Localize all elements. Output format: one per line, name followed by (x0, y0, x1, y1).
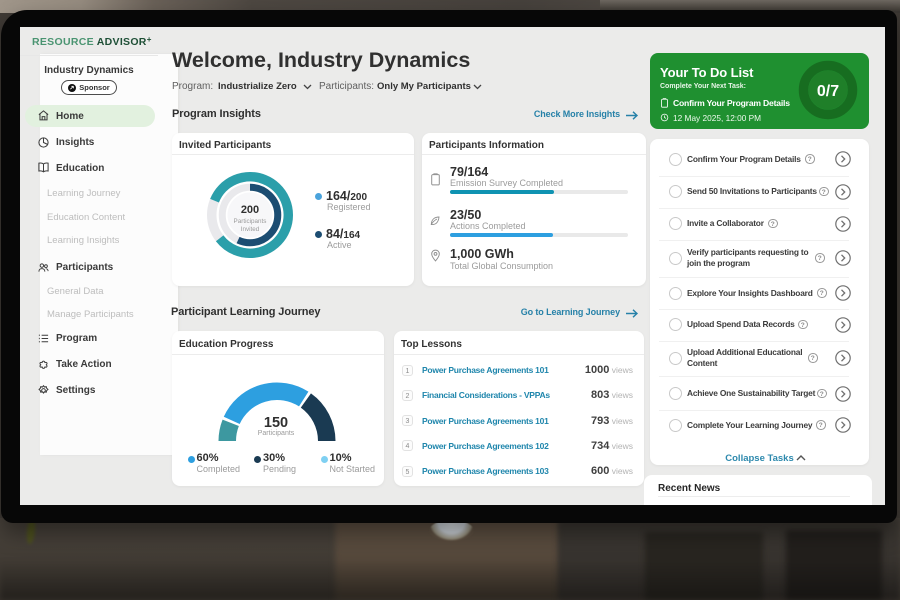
svg-text:0/7: 0/7 (817, 83, 839, 100)
svg-text:Participants: Participants (233, 218, 266, 225)
svg-text:200: 200 (240, 204, 258, 216)
svg-text:Invited: Invited (240, 226, 259, 233)
